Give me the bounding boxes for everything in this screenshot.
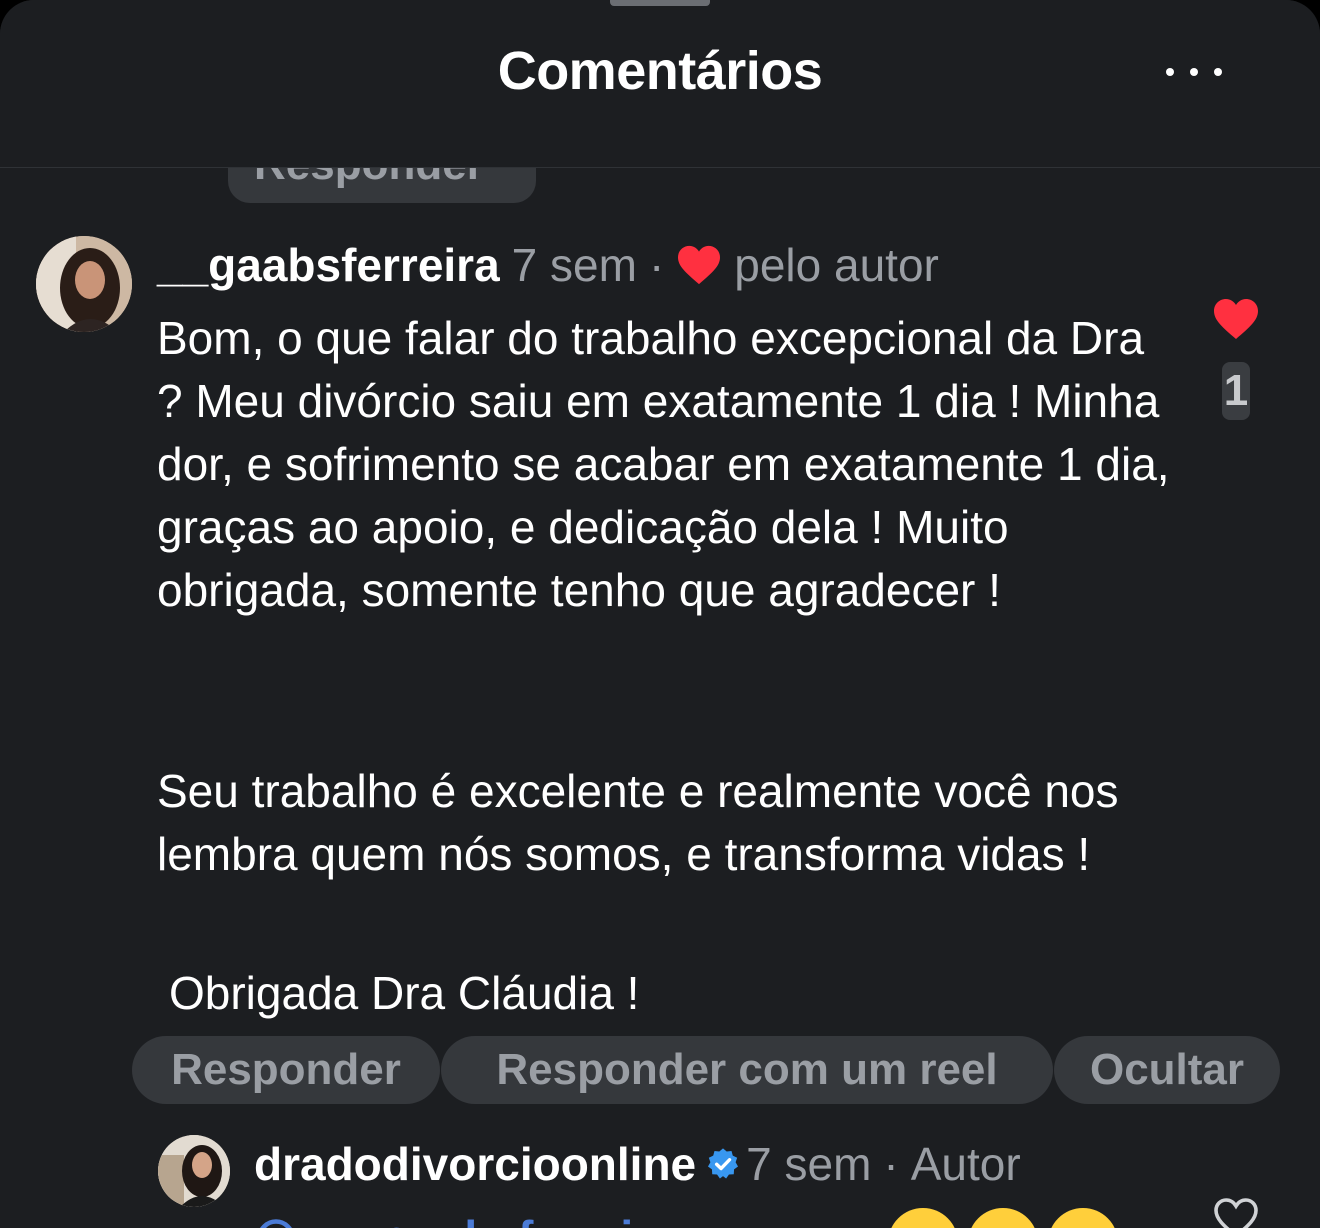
meta-separator: ·: [883, 1138, 899, 1190]
reply-with-reel-button[interactable]: Responder com um reel: [441, 1036, 1053, 1104]
like-heart-icon[interactable]: [1212, 297, 1260, 341]
comment-text: Bom, o que falar do trabalho excepcional…: [157, 312, 1170, 616]
header-divider: [0, 167, 1320, 168]
verified-badge-icon: [708, 1148, 739, 1179]
comment-meta: __gaabsferreira 7 sem · pelo autor: [157, 238, 939, 292]
avatar[interactable]: [36, 236, 132, 332]
liked-by-author-label: pelo autor: [734, 239, 939, 291]
meta-separator: ·: [648, 239, 665, 291]
sheet-grabber[interactable]: [610, 0, 710, 6]
comment-text: Seu trabalho é excelente e realmente voc…: [157, 765, 1119, 880]
hide-button[interactable]: Ocultar: [1054, 1036, 1280, 1104]
reply-meta: dradodivorcioonline 7 sem · Autor: [254, 1137, 1021, 1191]
header: Comentários: [0, 0, 1320, 167]
reply-emojis: [888, 1208, 1118, 1228]
reply-text: __gaabsferreira awww: [334, 1210, 822, 1228]
reply-time: 7 sem: [746, 1138, 872, 1190]
comment-text: Obrigada Dra Cláudia !: [169, 967, 640, 1019]
smiling-face-icon: [888, 1208, 958, 1228]
reply-role-label: Autor: [910, 1138, 1021, 1190]
reply-username[interactable]: dradodivorcioonline: [254, 1137, 696, 1191]
like-outline-icon[interactable]: [1211, 1196, 1261, 1228]
smiling-face-icon: [968, 1208, 1038, 1228]
more-options-icon[interactable]: [1166, 62, 1222, 82]
heart-filled-icon: [678, 245, 721, 285]
reply-text-row: __gaabsferreira awww: [254, 1208, 822, 1228]
like-count[interactable]: 1: [1222, 362, 1250, 420]
page-title: Comentários: [497, 41, 823, 101]
mention-icon: [260, 1219, 292, 1228]
comment-time: 7 sem: [511, 239, 637, 291]
comment-username[interactable]: __gaabsferreira: [157, 238, 500, 292]
reply-button[interactable]: Responder: [132, 1036, 440, 1104]
smiling-face-icon: [1048, 1208, 1118, 1228]
avatar[interactable]: [158, 1135, 230, 1207]
comments-sheet: Responder Comentários __gaabsferreira 7 …: [0, 0, 1320, 1228]
